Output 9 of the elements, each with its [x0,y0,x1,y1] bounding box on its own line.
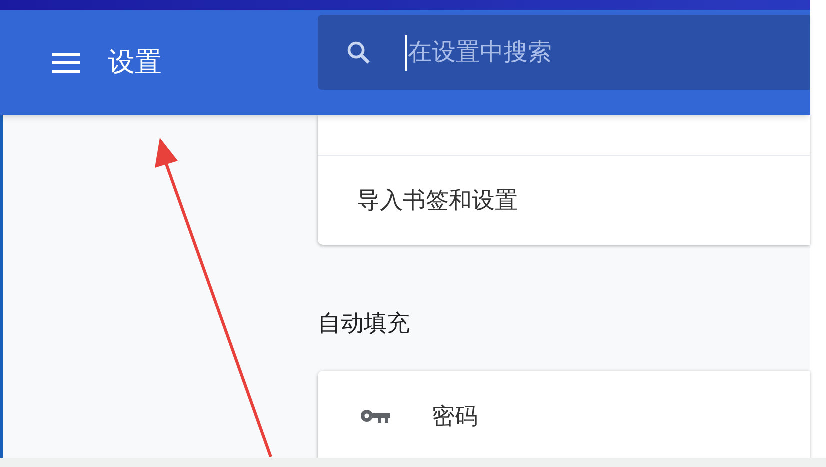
search-field[interactable]: 在设置中搜索 [318,15,810,90]
menu-icon[interactable] [52,52,80,74]
section-title: 自动填充 [318,309,411,337]
settings-row[interactable]: 密码 [318,371,810,461]
search-icon [346,40,372,66]
page-title: 设置 [108,46,163,80]
search-input[interactable]: 在设置中搜索 [405,34,810,70]
key-icon [360,408,390,424]
settings-row[interactable]: 导入书签和设置 [318,155,810,245]
